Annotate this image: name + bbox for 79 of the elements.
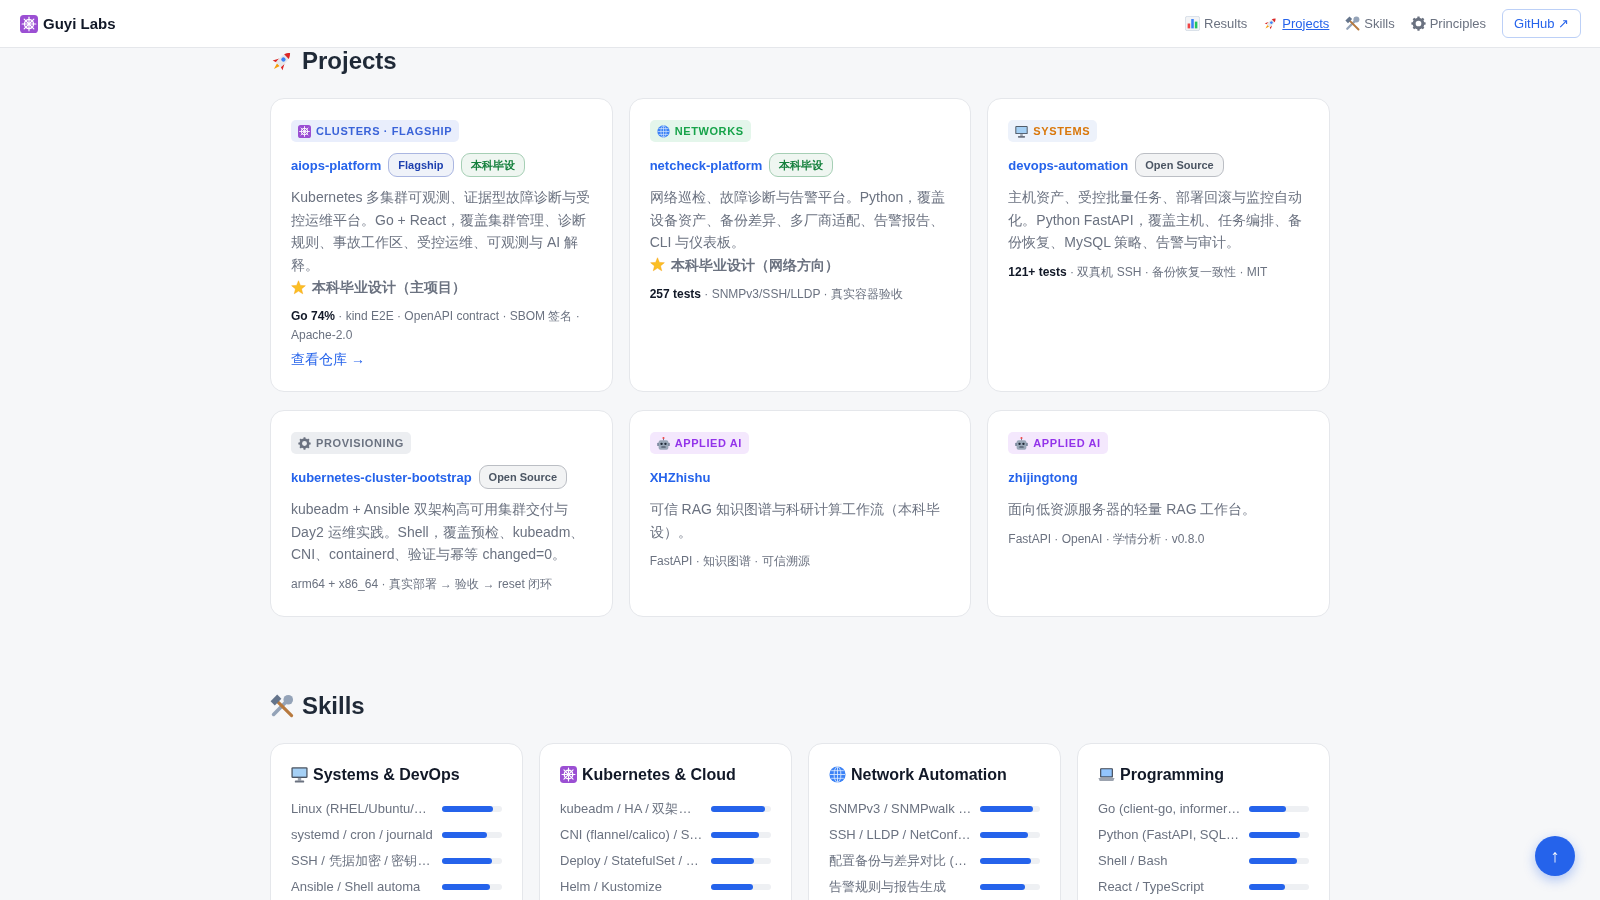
project-description: 网络巡检、故障诊断与告警平台。Python，覆盖设备资产、备份差异、多厂商适配、告警报告、CLI 与仪表板。	[649, 188, 947, 252]
category-label: APPLIED AI	[1033, 436, 1101, 450]
project-link[interactable]: aiops-platform	[291, 157, 382, 173]
skill-group-title: Network Automation	[851, 764, 1007, 785]
category-label: APPLIED AI	[674, 436, 742, 450]
repository-link[interactable]: 查看仓库 →	[291, 349, 365, 369]
nav-link[interactable]: Principles	[1410, 15, 1487, 32]
skill-group-title: Kubernetes & Cloud	[582, 764, 736, 785]
section-heading: Projects	[302, 48, 397, 74]
project-badge: Flagship	[388, 153, 454, 177]
skill-label: SSH / 凭据加密 / 密钥…	[291, 851, 432, 870]
skill-label: 告警规则与报告生成	[829, 877, 947, 896]
project-link[interactable]: XHZhishu	[649, 469, 711, 485]
skill-label: Shell / Bash	[1098, 851, 1169, 870]
skill-group-title: Programming	[1120, 764, 1224, 785]
skill-label: kubeadm / HA / 双架…	[560, 799, 693, 818]
github-button[interactable]: GitHub ↗	[1502, 9, 1581, 38]
skill-label: Go (client-go, informer…	[1098, 799, 1242, 818]
ship-wheel-icon	[20, 14, 38, 33]
gear-icon	[298, 436, 311, 450]
project-description: 可信 RAG 知识图谱与科研计算工作流（本科毕设）。	[649, 500, 941, 542]
project-note: 本科毕业设计（网络方向）	[670, 255, 839, 275]
nav-link[interactable]: Results	[1185, 15, 1248, 32]
project-description: Kubernetes 多集群可观测、证据型故障诊断与受控运维平台。Go + React，覆盖集群管理、诊断规则、事故工作区、受控运维、可观测与 AI 解释。	[291, 188, 592, 275]
skill-label: CNI (flannel/calico) / S…	[560, 825, 704, 844]
skill-label: Linux (RHEL/Ubuntu/…	[291, 799, 428, 818]
star-icon	[649, 257, 665, 272]
robot-icon	[1015, 436, 1029, 450]
skill-label: SSH / LLDP / NetConf…	[829, 825, 972, 844]
project-link[interactable]: netcheck-platform	[649, 157, 763, 173]
project-meta: 257 tests · SNMPv3/SSH/LLDP · 真实容器验收	[649, 285, 904, 303]
skill-group-title: Systems & DevOps	[313, 764, 460, 785]
category-label: PROVISIONING	[316, 436, 404, 450]
project-meta: FastAPI · 知识图谱 · 可信溯源	[649, 553, 811, 570]
project-description: 主机资产、受控批量任务、部署回滚与监控自动化。Python FastAPI，覆盖主机、任务编排、备份恢复、MySQL 策略、告警与审计。	[1008, 188, 1304, 252]
globe-icon	[829, 766, 846, 783]
nav-link[interactable]: Skills	[1345, 15, 1395, 32]
skill-label: 配置备份与差异对比 (…	[829, 851, 968, 870]
project-note: 本科毕业设计（主项目）	[312, 278, 466, 297]
category-label: NETWORKS	[674, 124, 744, 138]
category-label: CLUSTERS · FLAGSHIP	[316, 124, 453, 138]
project-badge: 本科毕设	[769, 153, 834, 177]
project-link[interactable]: kubernetes-cluster-bootstrap	[291, 469, 472, 485]
skill-label: Ansible / Shell automa	[291, 877, 422, 896]
ship-wheel-icon	[298, 124, 311, 138]
skill-label: SNMPv3 / SNMPwalk …	[829, 799, 973, 818]
project-link[interactable]: devops-automation	[1008, 157, 1129, 173]
robot-icon	[656, 436, 670, 450]
monitor-icon	[291, 766, 308, 783]
project-description: 面向低资源服务器的轻量 RAG 工作台。	[1008, 500, 1258, 519]
bar-chart-icon	[1185, 16, 1200, 31]
project-meta: FastAPI · OpenAI · 学情分析 · v0.8.0	[1008, 530, 1206, 548]
skill-label: Helm / Kustomize	[560, 877, 663, 896]
project-badge: 本科毕设	[460, 153, 525, 177]
ship-wheel-icon	[560, 766, 577, 783]
globe-icon	[656, 124, 670, 138]
skill-label: React / TypeScript	[1098, 877, 1205, 896]
back-to-top-button[interactable]: ↑	[1535, 836, 1575, 876]
project-meta: 121+ tests · 双真机 SSH · 备份恢复一致性 · MIT	[1008, 263, 1269, 281]
skill-label: Python (FastAPI, SQL…	[1098, 825, 1240, 844]
tools-icon	[270, 693, 294, 718]
project-meta: arm64 + x86_64 · 真实部署 → 验收 → reset 闭环	[291, 575, 554, 593]
laptop-icon	[1098, 766, 1115, 783]
project-badge: Open Source	[1135, 153, 1224, 177]
rocket-icon	[1263, 16, 1279, 31]
category-label: SYSTEMS	[1033, 124, 1091, 138]
tools-icon	[1345, 16, 1361, 31]
project-link[interactable]: zhijingtong	[1008, 469, 1078, 485]
project-meta: Go 74% · kind E2E · OpenAPI contract · SBOM 签名 · Apache-2.0	[291, 308, 581, 344]
logo-link[interactable]: Guyi Labs	[20, 14, 116, 33]
monitor-icon	[1015, 124, 1029, 138]
star-icon	[291, 279, 306, 295]
gear-icon	[1410, 16, 1426, 31]
project-description: kubeadm + Ansible 双架构高可用集群交付与 Day2 运维实践。Shell，覆盖预检、kubeadm、CNI、containerd、验证与幂等 changed=0。	[291, 500, 586, 564]
project-badge: Open Source	[478, 465, 568, 489]
skill-label: Deploy / StatefulSet / …	[560, 851, 700, 870]
nav-link[interactable]: Projects	[1263, 15, 1330, 32]
section-heading: Skills	[302, 692, 365, 719]
skill-label: systemd / cron / journald	[291, 825, 434, 844]
